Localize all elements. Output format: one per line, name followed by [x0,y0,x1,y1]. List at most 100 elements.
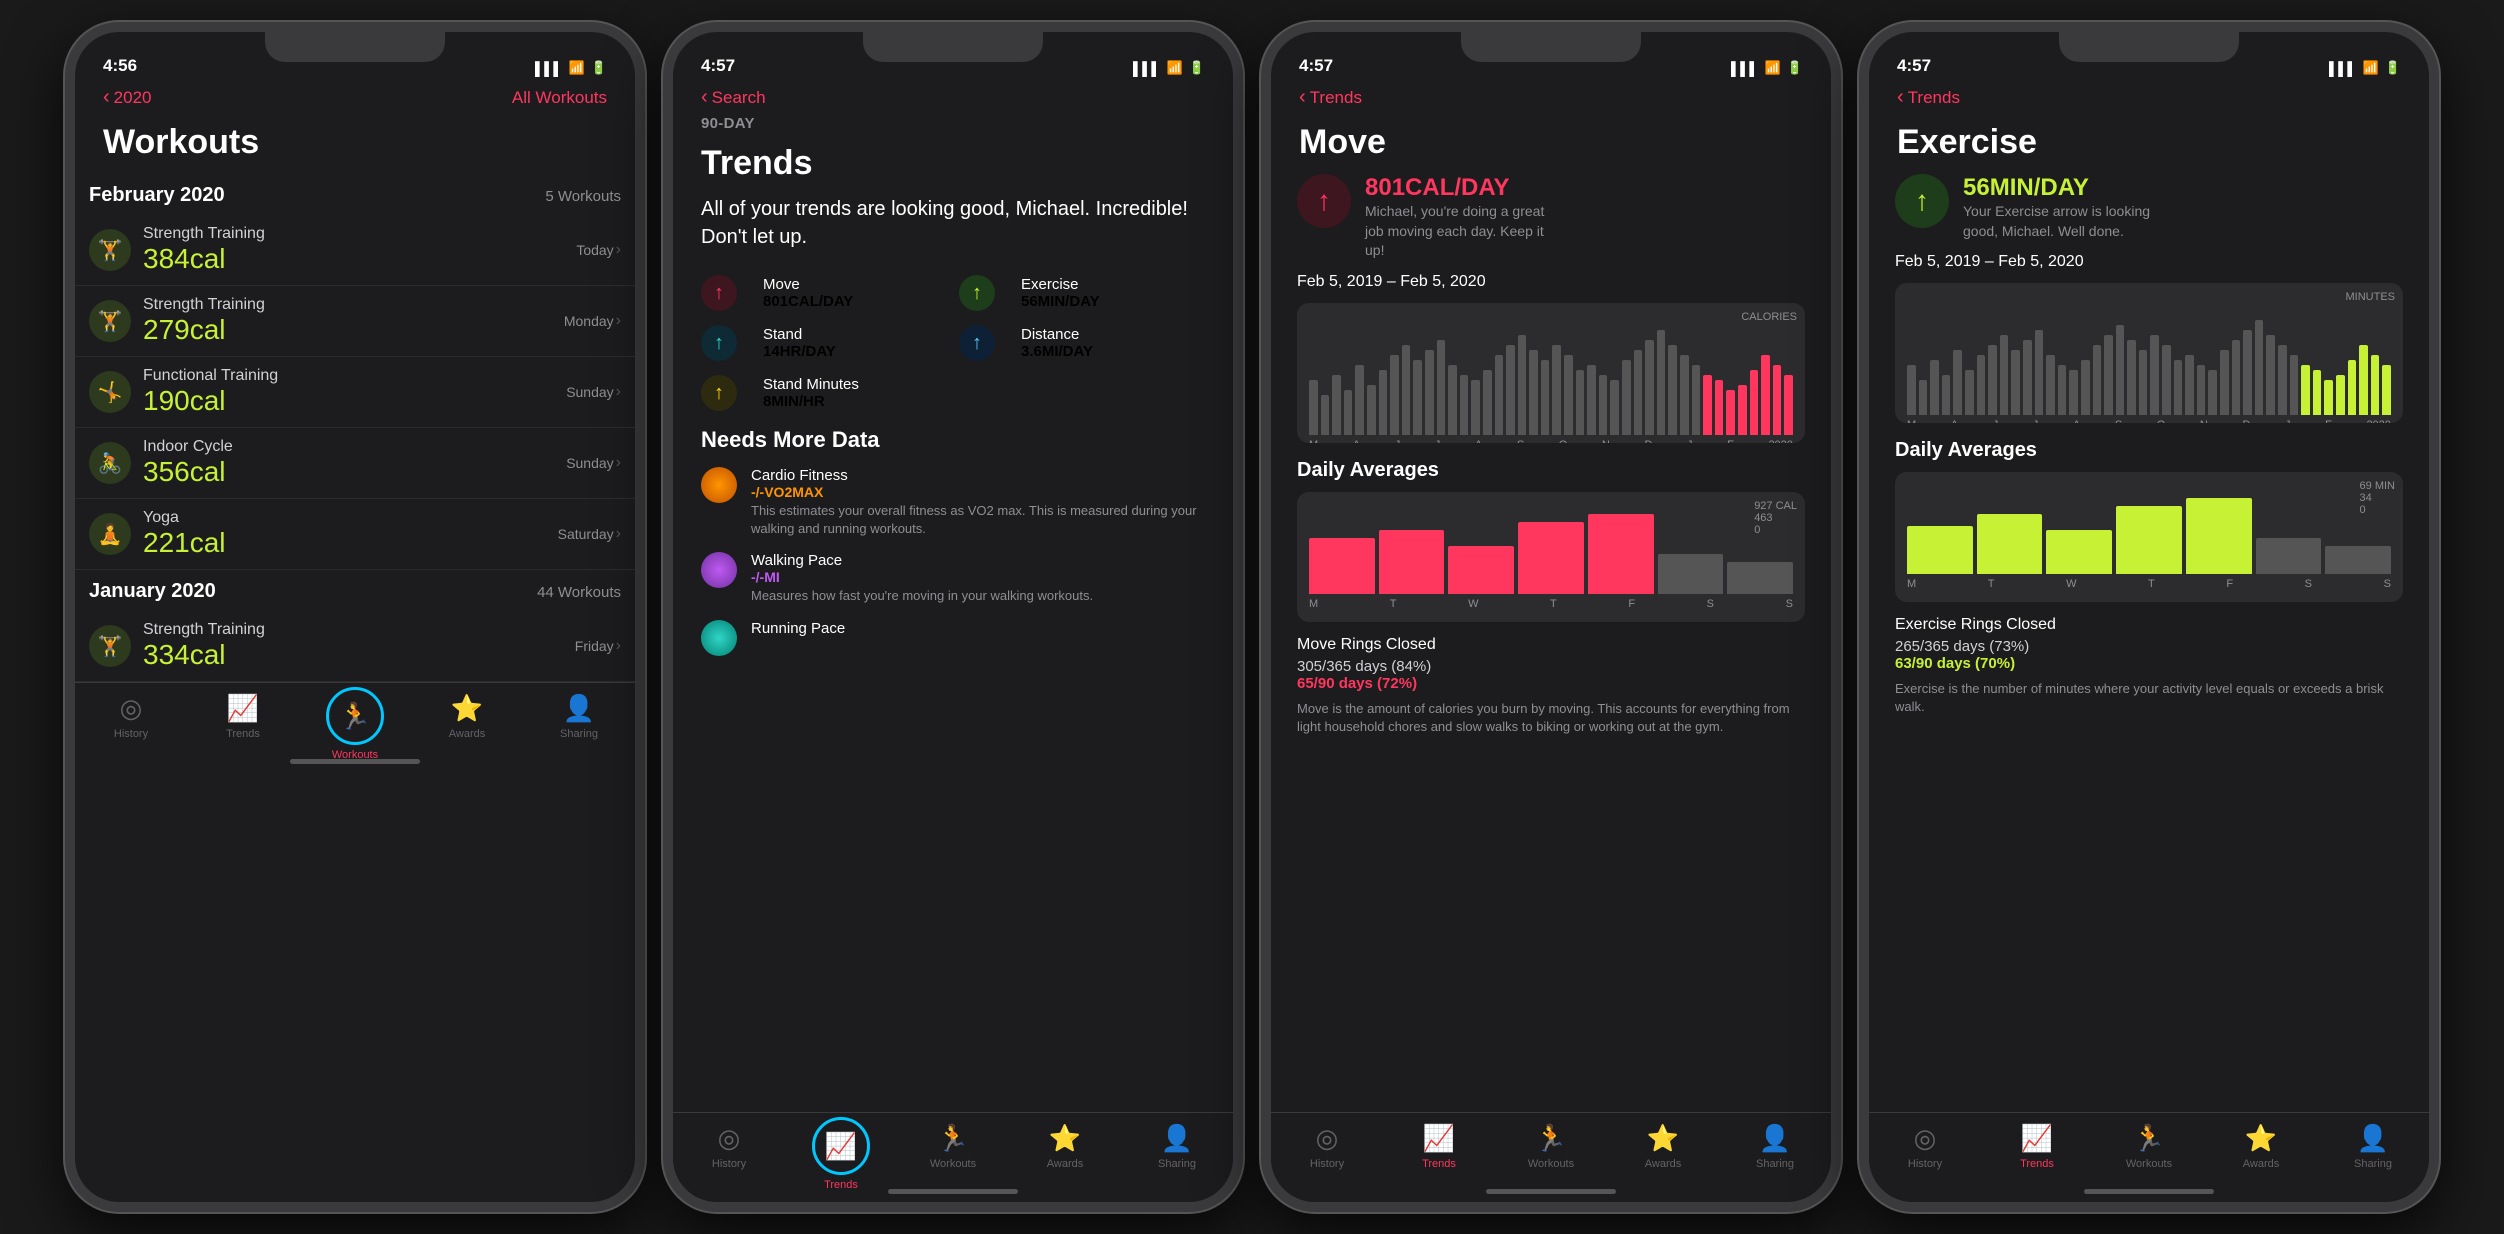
workout-row-2[interactable]: 🤸 Functional Training 190cal Sunday › [75,357,635,428]
tab-awards-2[interactable]: ⭐ Awards [1009,1123,1121,1170]
move-desc: Move is the amount of calories you burn … [1297,700,1805,736]
cardio-desc: This estimates your overall fitness as V… [751,502,1205,538]
stand-arrow: ↑ [701,325,737,361]
move-avg-label: 927 CAL 463 0 [1754,500,1797,536]
exercise-bar-23 [2174,360,2183,415]
move-bar-33 [1692,365,1701,435]
nav-back-4[interactable]: ‹ Trends [1897,86,1960,109]
workouts-icon-2: 🏃 [937,1123,969,1154]
tab-history-4[interactable]: ◎ History [1869,1123,1981,1170]
exercise-bar-25 [2197,365,2206,415]
move-bar-19 [1529,350,1538,435]
nav-back-3[interactable]: ‹ Trends [1299,86,1362,109]
tab-trends-1[interactable]: 📈 Trends [187,693,299,740]
detail-content-4: ↑ 56MIN/DAY Your Exercise arrow is looki… [1869,174,2429,1112]
move-avg-mid: 463 [1754,512,1797,524]
back-chevron-2: ‹ [701,86,708,109]
workout-name-0: Strength Training [143,225,576,243]
exercise-avg-top: 69 MIN [2360,480,2395,492]
back-chevron-1: ‹ [103,86,110,109]
tab-history-3[interactable]: ◎ History [1271,1123,1383,1170]
workout-date-0: Today › [576,241,621,259]
move-avg-chart: 927 CAL 463 0 M T W T F S S [1297,492,1805,622]
tab-trends-2[interactable]: 📈 Trends [785,1123,897,1191]
workout-row-1[interactable]: 🏋️ Strength Training 279cal Monday › [75,286,635,357]
tab-workouts-1[interactable]: 🏃 Workouts [299,693,411,761]
exercise-bar-34 [2301,365,2310,415]
needs-running: Running Pace [701,620,1205,656]
exercise-bar-38 [2348,360,2357,415]
workout-name-jan-0: Strength Training [143,621,575,639]
page-subtitle-2: 90-DAY [673,115,1233,136]
exercise-bar-39 [2359,345,2368,415]
tab-workouts-2[interactable]: 🏃 Workouts [897,1123,1009,1170]
tab-trends-4[interactable]: 📈 Trends [1981,1123,2093,1170]
move-bar-16 [1495,355,1504,435]
nav-action-1[interactable]: All Workouts [512,88,607,108]
history-icon-1: ◎ [120,693,143,724]
trend-standmin-label: Stand Minutes [763,376,859,393]
move-bar-32 [1680,355,1689,435]
tab-history-2[interactable]: ◎ History [673,1123,785,1170]
tab-bar-3: ◎ History 📈 Trends 🏃 Workouts ⭐ Awards 👤… [1271,1112,1831,1202]
move-bar-37 [1738,385,1747,435]
exercise-bar-36 [2324,380,2333,415]
workouts-icon-1: 🏃 [326,687,384,745]
tab-trends-3[interactable]: 📈 Trends [1383,1123,1495,1170]
exercise-rings: Exercise Rings Closed 265/365 days (73%)… [1895,616,2403,672]
battery-icon-2: 🔋 [1189,60,1205,76]
nav-back-2[interactable]: ‹ Search [701,86,766,109]
exercise-bar-12 [2046,355,2055,415]
move-avg-bar-3 [1518,522,1584,594]
tab-workouts-3[interactable]: 🏃 Workouts [1495,1123,1607,1170]
wifi-icon-1: 📶 [569,60,585,76]
row-chevron-1: › [616,312,621,330]
tab-awards-4[interactable]: ⭐ Awards [2205,1123,2317,1170]
move-bar-24 [1587,365,1596,435]
tab-sharing-3[interactable]: 👤 Sharing [1719,1123,1831,1170]
workout-icon-0: 🏋️ [89,229,131,271]
workout-icon-1: 🏋️ [89,300,131,342]
workout-cal-4: 221cal [143,527,558,559]
needs-walking-text: Walking Pace -/-MI Measures how fast you… [751,552,1093,605]
tab-workouts-4[interactable]: 🏃 Workouts [2093,1123,2205,1170]
back-chevron-3: ‹ [1299,86,1306,109]
workout-row-3[interactable]: 🚴 Indoor Cycle 356cal Sunday › [75,428,635,499]
exercise-bar-20 [2139,350,2148,415]
exercise-avg-bar-6 [2325,546,2391,574]
tab-awards-3[interactable]: ⭐ Awards [1607,1123,1719,1170]
tab-history-1[interactable]: ◎ History [75,693,187,740]
status-icons-4: ▌▌▌ 📶 🔋 [2329,60,2401,76]
tab-awards-1[interactable]: ⭐ Awards [411,693,523,740]
tab-awards-label-4: Awards [2243,1158,2279,1170]
exercise-avg-zero: 0 [2360,504,2395,516]
move-bar-7 [1390,355,1399,435]
nav-bar-3: ‹ Trends [1271,82,1831,115]
exercise-bar-15 [2081,360,2090,415]
walking-icon [701,552,737,588]
move-avg-bar-2 [1448,546,1514,594]
needs-running-text: Running Pace [751,620,845,637]
exercise-bar-26 [2208,370,2217,415]
workout-row-jan-0[interactable]: 🏋️ Strength Training 334cal Friday › [75,611,635,682]
section-header-feb: February 2020 5 Workouts [75,174,635,215]
workout-cal-3: 356cal [143,456,566,488]
tab-bar-1: ◎ History 📈 Trends 🏃 Workouts ⭐ Awards 👤… [75,682,635,772]
awards-icon-1: ⭐ [451,693,483,724]
tab-sharing-1[interactable]: 👤 Sharing [523,693,635,740]
signal-icon-2: ▌▌▌ [1133,61,1161,76]
workout-row-4[interactable]: 🧘 Yoga 221cal Saturday › [75,499,635,570]
phone-workouts: 4:56 ▌▌▌ 📶 🔋 ‹ 2020 All Workouts Workout… [65,22,645,1212]
move-bar-35 [1715,380,1724,435]
workout-row-0[interactable]: 🏋️ Strength Training 384cal Today › [75,215,635,286]
nav-back-1[interactable]: ‹ 2020 [103,86,152,109]
move-bar-31 [1668,345,1677,435]
workout-name-3: Indoor Cycle [143,438,566,456]
tab-trends-label-2: Trends [824,1179,858,1191]
move-avg-bars [1309,514,1793,594]
row-chevron-3: › [616,454,621,472]
exercise-bar-31 [2266,335,2275,415]
walking-value: -/-MI [751,569,1093,585]
tab-sharing-2[interactable]: 👤 Sharing [1121,1123,1233,1170]
tab-sharing-4[interactable]: 👤 Sharing [2317,1123,2429,1170]
